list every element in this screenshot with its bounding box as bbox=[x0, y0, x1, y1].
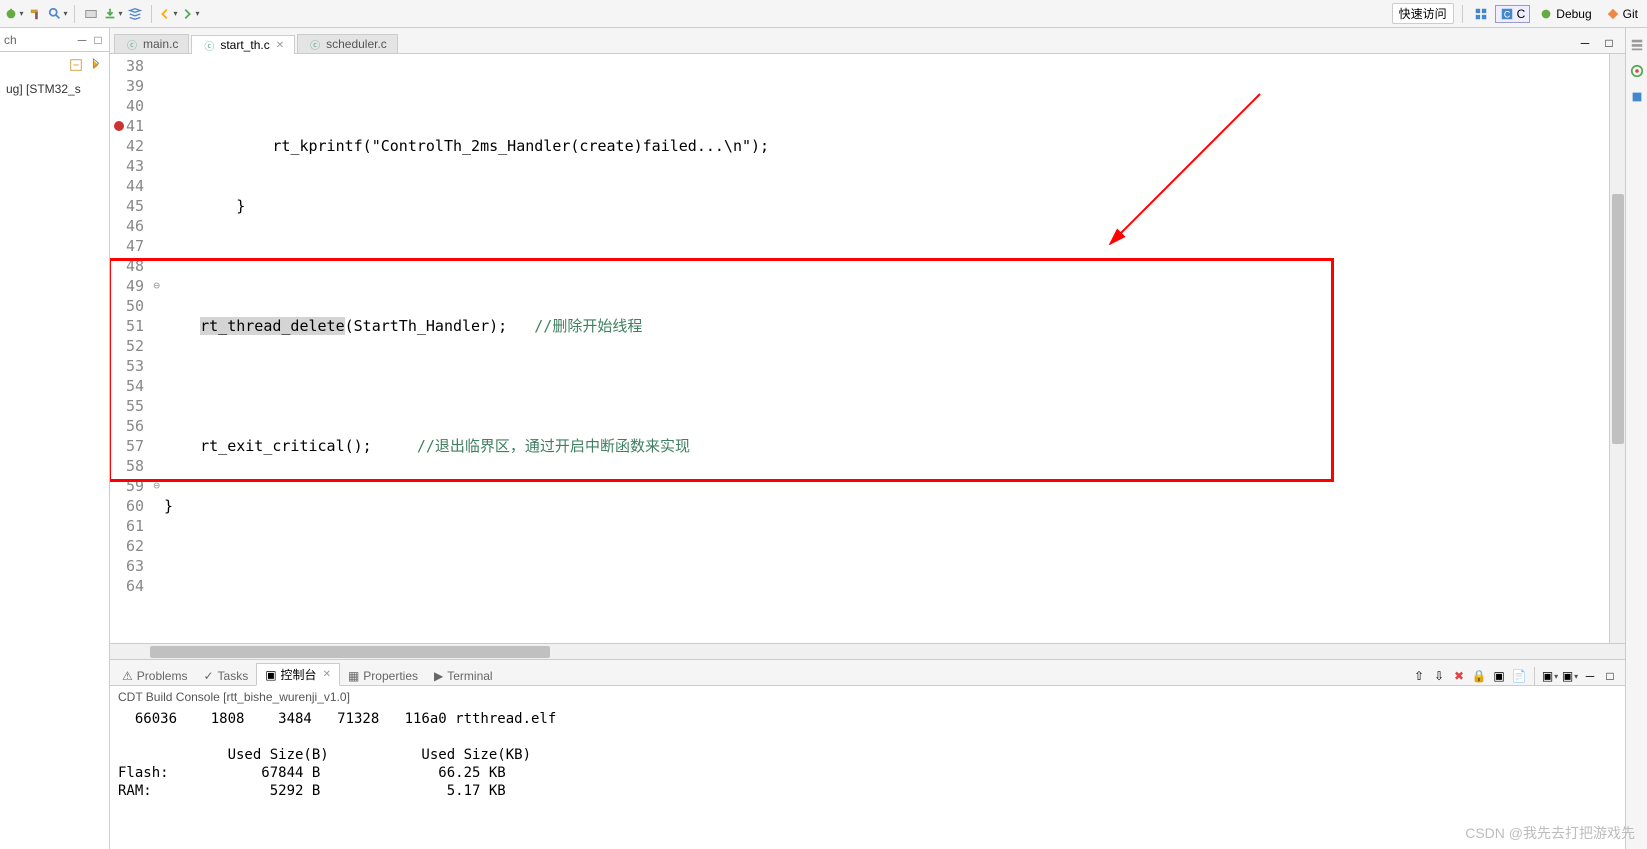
separator bbox=[74, 5, 75, 23]
outline-icon[interactable] bbox=[1628, 36, 1646, 54]
clear-icon[interactable]: ✖ bbox=[1450, 667, 1468, 685]
minimize-icon[interactable]: ─ bbox=[75, 33, 89, 47]
c-file-icon: ⓒ bbox=[125, 37, 139, 51]
editor-tabs: ⓒ main.c ⓒ start_th.c ✕ ⓒ scheduler.c ─ □ bbox=[110, 28, 1625, 54]
maximize-icon[interactable]: □ bbox=[91, 33, 105, 47]
close-icon[interactable]: ✕ bbox=[276, 40, 284, 51]
minimize-icon[interactable]: ─ bbox=[1575, 33, 1595, 53]
open-perspective-icon[interactable] bbox=[1471, 4, 1491, 24]
perspective-debug[interactable]: Debug bbox=[1534, 5, 1596, 23]
vertical-scrollbar[interactable] bbox=[1609, 54, 1625, 643]
link-icon[interactable] bbox=[87, 56, 105, 74]
separator bbox=[151, 5, 152, 23]
main-toolbar: 快速访问 C C Debug Git bbox=[0, 0, 1647, 28]
tab-problems[interactable]: ⚠ Problems bbox=[114, 667, 195, 685]
svg-text:C: C bbox=[1503, 9, 1509, 19]
tab-start-th-c[interactable]: ⓒ start_th.c ✕ bbox=[191, 35, 295, 54]
right-toolbar bbox=[1625, 28, 1647, 849]
terminal-icon: ▶ bbox=[434, 669, 443, 683]
forward-icon[interactable] bbox=[180, 4, 200, 24]
back-icon[interactable] bbox=[158, 4, 178, 24]
code-area[interactable]: rt_kprintf("ControlTh_2ms_Handler(create… bbox=[150, 54, 1609, 643]
perspective-git[interactable]: Git bbox=[1601, 5, 1643, 23]
tab-main-c[interactable]: ⓒ main.c bbox=[114, 34, 189, 53]
bottom-panel: ⚠ Problems ✓ Tasks ▣ 控制台 ✕ ▦ Properties ▶ Term… bbox=[110, 659, 1625, 849]
lock-icon[interactable]: 🔒 bbox=[1470, 667, 1488, 685]
code-editor[interactable]: 38 39 40 41 42 43 44 45 46 47 48 49 50 5… bbox=[110, 54, 1625, 643]
line-gutter: 38 39 40 41 42 43 44 45 46 47 48 49 50 5… bbox=[110, 54, 150, 643]
console-description: CDT Build Console [rtt_bishe_wurenji_v1.… bbox=[110, 686, 1625, 708]
perspective-c[interactable]: C C bbox=[1495, 5, 1531, 23]
tab-label: Terminal bbox=[447, 669, 492, 683]
search-icon[interactable] bbox=[48, 4, 68, 24]
new-console-icon[interactable]: ▣ bbox=[1561, 667, 1579, 685]
tree-item[interactable]: ug] [STM32_s bbox=[0, 78, 109, 100]
c-file-icon: ⓒ bbox=[308, 37, 322, 51]
display-icon[interactable]: ▣ bbox=[1490, 667, 1508, 685]
stack-icon[interactable] bbox=[125, 4, 145, 24]
perspective-c-label: C bbox=[1517, 7, 1526, 21]
separator bbox=[1462, 5, 1463, 23]
component-icon[interactable] bbox=[1628, 88, 1646, 106]
debug-icon[interactable] bbox=[4, 4, 24, 24]
separator bbox=[1534, 667, 1535, 685]
horizontal-scrollbar[interactable] bbox=[110, 643, 1625, 659]
console-output[interactable]: 66036 1808 3484 71328 116a0 rtthread.elf… bbox=[110, 708, 1625, 849]
tab-tasks[interactable]: ✓ Tasks bbox=[195, 667, 256, 685]
tab-terminal[interactable]: ▶ Terminal bbox=[426, 667, 501, 685]
page-icon[interactable]: 📄 bbox=[1510, 667, 1528, 685]
hammer-icon[interactable] bbox=[26, 4, 46, 24]
maximize-icon[interactable]: □ bbox=[1599, 33, 1619, 53]
project-explorer: ch ─ □ ug] [STM32_s bbox=[0, 28, 110, 849]
annotation-arrow bbox=[1090, 84, 1270, 254]
pin-icon[interactable]: ⇧ bbox=[1410, 667, 1428, 685]
left-panel-title: ch bbox=[4, 33, 17, 47]
tab-label: scheduler.c bbox=[326, 37, 387, 51]
perspective-debug-label: Debug bbox=[1556, 7, 1591, 21]
tasks-icon: ✓ bbox=[203, 669, 213, 683]
tab-label: Tasks bbox=[218, 669, 249, 683]
download-icon[interactable] bbox=[103, 4, 123, 24]
tab-label: Problems bbox=[137, 669, 188, 683]
c-file-icon: ⓒ bbox=[202, 38, 216, 52]
quick-access[interactable]: 快速访问 bbox=[1392, 3, 1454, 24]
collapse-icon[interactable] bbox=[67, 56, 85, 74]
minimize-icon[interactable]: ─ bbox=[1581, 667, 1599, 685]
tab-label: start_th.c bbox=[220, 38, 269, 52]
tab-properties[interactable]: ▦ Properties bbox=[340, 667, 426, 685]
tab-scheduler-c[interactable]: ⓒ scheduler.c bbox=[297, 34, 398, 53]
tab-label: Properties bbox=[363, 669, 418, 683]
close-icon[interactable]: ✕ bbox=[323, 669, 331, 680]
tab-label: 控制台 bbox=[281, 666, 317, 683]
properties-icon: ▦ bbox=[348, 669, 359, 683]
problems-icon: ⚠ bbox=[122, 669, 133, 683]
perspective-git-label: Git bbox=[1623, 7, 1638, 21]
maximize-icon[interactable]: □ bbox=[1601, 667, 1619, 685]
down-icon[interactable]: ⇩ bbox=[1430, 667, 1448, 685]
tab-label: main.c bbox=[143, 37, 178, 51]
open-console-icon[interactable]: ▣ bbox=[1541, 667, 1559, 685]
breakpoint-marker: 41 bbox=[110, 116, 150, 136]
console-icon: ▣ bbox=[265, 668, 276, 682]
tab-console[interactable]: ▣ 控制台 ✕ bbox=[256, 663, 340, 686]
container-icon[interactable] bbox=[81, 4, 101, 24]
build-targets-icon[interactable] bbox=[1628, 62, 1646, 80]
